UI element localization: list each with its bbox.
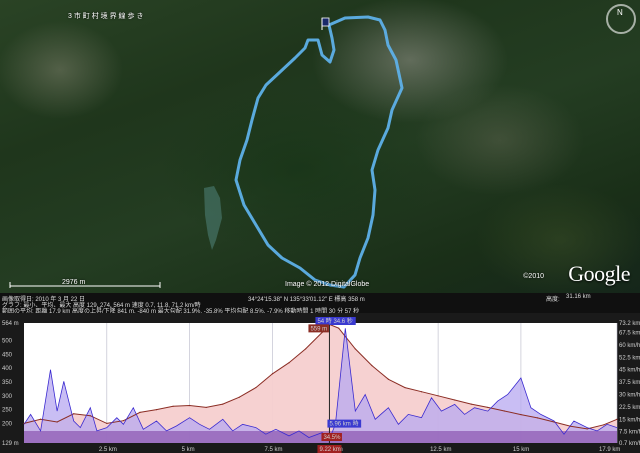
elevation-point xyxy=(387,378,390,380)
marker-speed-low: 5.96 km 時 xyxy=(329,420,358,428)
y-left-tick-label: 564 m xyxy=(2,321,19,327)
eye-altitude-label: 高度: xyxy=(546,297,560,303)
elevation-point xyxy=(106,422,108,425)
elevation-point xyxy=(189,404,191,407)
elevation-point xyxy=(404,386,406,389)
profile-chart[interactable]: 564 m 500 450 400 350 300 250 200 129 m 73.2 km/h… xyxy=(0,313,640,453)
elevation-point xyxy=(205,406,207,409)
elevation-point xyxy=(470,403,472,405)
elevation-point xyxy=(271,373,274,375)
y-right-tick-label: 37.5 km/h xyxy=(619,380,640,386)
elevation-point xyxy=(255,386,257,389)
lake xyxy=(204,186,222,250)
marker-distance: 9.22 km xyxy=(319,447,340,453)
y-left-tick-label: 500 xyxy=(2,339,13,345)
elevation-point xyxy=(39,418,42,420)
y-right-tick-label: 67.5 km/h xyxy=(619,330,640,336)
imagery-credit: Image © 2012 DigitalGlobe xyxy=(285,281,370,288)
y-left-tick-label: 250 xyxy=(2,408,13,414)
y-left-tick-label: 200 xyxy=(2,421,13,427)
marker-grade: 34.5% xyxy=(323,435,341,441)
y-right-tick-label: 15 km/h xyxy=(619,417,640,423)
x-tick-label: 2.5 km xyxy=(99,447,117,453)
eye-altitude-value: 31.16 km xyxy=(566,294,591,300)
elevation-point xyxy=(420,391,423,393)
elevation-point xyxy=(56,421,58,423)
gps-track xyxy=(234,15,404,289)
y-right-tick-label: 45 km/h xyxy=(619,368,640,374)
y-right-tick-label: 22.5 km/h xyxy=(619,405,640,411)
x-tick-label: 7.5 km xyxy=(264,447,282,453)
compass-icon[interactable] xyxy=(606,4,636,34)
elevation-point xyxy=(487,406,489,409)
google-logo: Google xyxy=(568,261,630,286)
cursor-coordinates: 34°24'15.38" N 135°33'01.12" E 標高 358 m xyxy=(248,297,365,303)
elevation-point xyxy=(172,405,174,407)
status-bar: 画像取得日: 2010 年 3 月 22 日 34°24'15.38" N 13… xyxy=(0,293,640,315)
x-tick-label: 15 km xyxy=(513,447,529,453)
elevation-point xyxy=(570,425,572,427)
elevation-point xyxy=(122,420,124,422)
elevation-point xyxy=(139,411,141,413)
elevation-point xyxy=(553,421,555,423)
y-right-tick-label: 73.2 km/h xyxy=(619,321,640,327)
elevation-point xyxy=(586,428,588,430)
elevation-point xyxy=(304,348,307,350)
y-right-tick-label: 7.5 km/h xyxy=(619,430,640,436)
elevation-point xyxy=(520,413,522,416)
y-right-tick-label: 0.7 km/h xyxy=(619,441,640,447)
marker-speed-top: 54 時 34.6 秒 xyxy=(317,317,352,325)
elevation-point xyxy=(89,415,91,417)
elevation-point xyxy=(155,409,158,411)
elevation-point xyxy=(238,396,240,398)
y-left-tick-label: 400 xyxy=(2,366,13,372)
x-tick-label: 12.5 km xyxy=(430,447,451,453)
y-right-tick-label: 30 km/h xyxy=(619,393,640,399)
y-left-tick-label: 350 xyxy=(2,380,13,386)
x-tick-label: 5 km xyxy=(182,447,195,453)
elevation-point xyxy=(454,399,456,401)
elevation-point xyxy=(503,410,505,412)
x-tick-label: 17.9 km xyxy=(599,447,620,453)
satellite-map[interactable]: 3 市 町 村 境 界 線 歩 き 2976 m Image © 2012 Di… xyxy=(0,0,640,293)
elevation-point xyxy=(338,327,340,329)
elevation-point xyxy=(73,413,75,415)
elevation-point xyxy=(354,348,356,350)
map-overlay xyxy=(9,15,404,289)
elevation-point xyxy=(616,418,618,420)
map-title: 3 市 町 村 境 界 線 歩 き xyxy=(68,13,144,20)
copyright-year: ©2010 xyxy=(523,273,544,280)
elevation-point xyxy=(222,403,224,405)
elevation-point xyxy=(288,362,290,364)
elevation-point xyxy=(437,395,439,397)
marker-elevation: 559 m xyxy=(310,326,327,332)
elevation-point xyxy=(371,364,373,367)
scale-label: 2976 m xyxy=(62,279,86,286)
y-left-tick-label: 129 m xyxy=(2,441,19,447)
elevation-point xyxy=(603,424,605,426)
elevation-point xyxy=(536,417,539,419)
start-flag-icon[interactable] xyxy=(321,17,330,30)
y-left-tick-label: 450 xyxy=(2,352,13,358)
y-right-tick-label: 60 km/h xyxy=(619,343,640,349)
y-right-tick-label: 52.5 km/h xyxy=(619,355,640,361)
speed-base-band xyxy=(24,431,617,443)
elevation-point xyxy=(23,422,25,425)
elevation-profile[interactable]: 564 m 500 450 400 350 300 250 200 129 m 73.2 km/h… xyxy=(0,313,640,453)
y-left-tick-label: 300 xyxy=(2,394,13,400)
